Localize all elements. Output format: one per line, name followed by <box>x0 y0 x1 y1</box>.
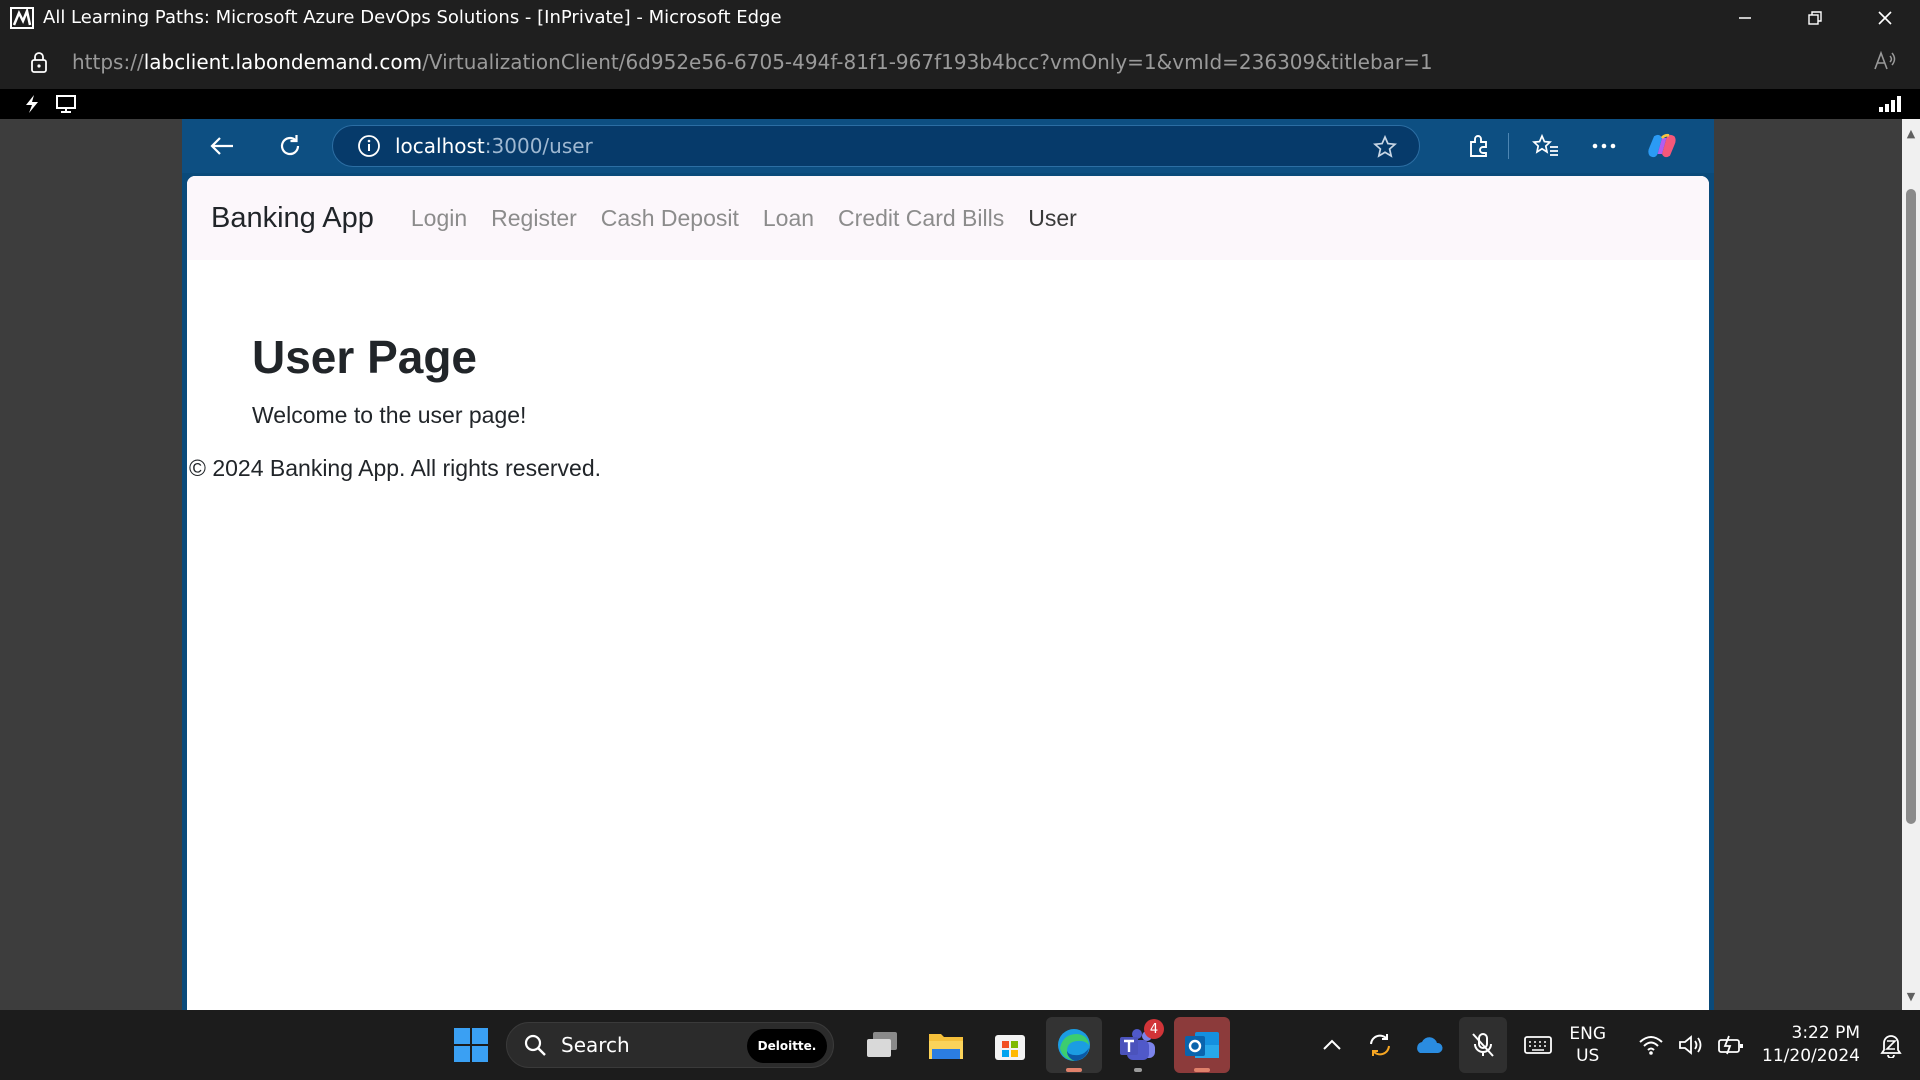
window-title: All Learning Paths: Microsoft Azure DevO… <box>43 7 782 28</box>
outlook-icon[interactable] <box>1174 1017 1230 1073</box>
edge-icon[interactable] <box>1046 1017 1102 1073</box>
battery-icon[interactable] <box>1714 1028 1748 1062</box>
inner-browser-toolbar: localhost:3000/user <box>182 119 1714 173</box>
taskbar: Search Deloitte. 4 ENG US 3:22 PM 11/20/… <box>0 1010 1920 1080</box>
search-label: Search <box>561 1033 630 1057</box>
lab-app-icon <box>9 6 35 30</box>
outer-url[interactable]: https://labclient.labondemand.com/Virtua… <box>72 50 1433 74</box>
copilot-icon[interactable] <box>1647 131 1677 161</box>
task-view-icon[interactable] <box>854 1017 910 1073</box>
keyboard-icon[interactable] <box>1521 1028 1555 1062</box>
page-title: User Page <box>252 331 478 383</box>
vm-scrollbar[interactable]: ▲ ▼ <box>1902 119 1920 1010</box>
active-indicator <box>1194 1068 1210 1072</box>
inner-browser-window: localhost:3000/user Banking App Login Re… <box>182 119 1714 1010</box>
toolbar-separator <box>1508 133 1509 159</box>
clock-time: 3:22 PM <box>1791 1023 1861 1043</box>
restore-button[interactable] <box>1780 0 1850 35</box>
nav-link-loan[interactable]: Loan <box>763 205 814 232</box>
clock-date: 11/20/2024 <box>1762 1046 1860 1066</box>
outer-address-bar[interactable]: https://labclient.labondemand.com/Virtua… <box>0 35 1920 89</box>
vm-toolbar <box>0 89 1920 119</box>
onedrive-icon[interactable] <box>1411 1028 1445 1062</box>
file-explorer-icon[interactable] <box>918 1017 974 1073</box>
refresh-icon[interactable] <box>275 131 305 161</box>
lock-icon[interactable] <box>28 50 50 74</box>
inner-url[interactable]: localhost:3000/user <box>395 134 593 158</box>
nav-link-register[interactable]: Register <box>491 205 577 232</box>
running-indicator <box>1134 1068 1142 1072</box>
favorite-star-icon[interactable] <box>1372 134 1398 159</box>
input-language[interactable]: ENG US <box>1569 1023 1606 1067</box>
microsoft-store-icon[interactable] <box>982 1017 1038 1073</box>
site-info-icon[interactable] <box>357 134 381 158</box>
system-tray: ENG US 3:22 PM 11/20/2024 <box>1315 1010 1920 1080</box>
window-titlebar: All Learning Paths: Microsoft Azure DevO… <box>0 0 1920 35</box>
nav-link-credit-card-bills[interactable]: Credit Card Bills <box>838 205 1004 232</box>
nav-link-cash-deposit[interactable]: Cash Deposit <box>601 205 739 232</box>
minimize-button[interactable] <box>1710 0 1780 35</box>
signal-strength-icon <box>1878 96 1902 116</box>
lightning-icon[interactable] <box>18 91 46 117</box>
taskbar-search[interactable]: Search Deloitte. <box>506 1022 834 1068</box>
teams-notification-badge: 4 <box>1144 1019 1164 1039</box>
notifications-icon[interactable] <box>1876 1030 1906 1060</box>
close-button[interactable] <box>1850 0 1920 35</box>
chevron-up-icon[interactable] <box>1315 1028 1349 1062</box>
nav-link-user[interactable]: User <box>1028 205 1077 232</box>
extensions-icon[interactable] <box>1464 131 1494 161</box>
taskbar-clock[interactable]: 3:22 PM 11/20/2024 <box>1762 1022 1860 1068</box>
search-icon <box>523 1033 547 1057</box>
microphone-muted-icon[interactable] <box>1459 1017 1508 1073</box>
scrollbar-thumb[interactable] <box>1906 189 1916 824</box>
welcome-text: Welcome to the user page! <box>252 402 527 428</box>
navbar-brand[interactable]: Banking App <box>211 202 374 235</box>
sync-icon[interactable] <box>1363 1028 1397 1062</box>
active-indicator <box>1066 1068 1082 1072</box>
back-arrow-icon[interactable] <box>207 131 237 161</box>
web-page: Banking App Login Register Cash Deposit … <box>187 176 1709 1010</box>
main-content: User Page Welcome to the user page! <box>187 260 1709 429</box>
page-footer: © 2024 Banking App. All rights reserved. <box>189 455 602 481</box>
teams-icon[interactable]: 4 <box>1110 1017 1166 1073</box>
nav-link-login[interactable]: Login <box>411 205 467 232</box>
favorites-icon[interactable] <box>1531 131 1561 161</box>
wifi-icon[interactable] <box>1634 1028 1668 1062</box>
deloitte-badge: Deloitte. <box>747 1029 827 1063</box>
volume-icon[interactable] <box>1674 1028 1708 1062</box>
monitor-icon[interactable] <box>52 91 80 117</box>
windows-start-icon[interactable] <box>448 1022 494 1068</box>
navbar: Banking App Login Register Cash Deposit … <box>187 176 1709 260</box>
more-options-icon[interactable] <box>1589 131 1619 161</box>
scroll-up-icon[interactable]: ▲ <box>1905 127 1917 140</box>
inner-address-bar[interactable]: localhost:3000/user <box>332 125 1420 167</box>
read-aloud-icon[interactable] <box>1872 49 1898 75</box>
scroll-down-icon[interactable]: ▼ <box>1905 990 1917 1003</box>
